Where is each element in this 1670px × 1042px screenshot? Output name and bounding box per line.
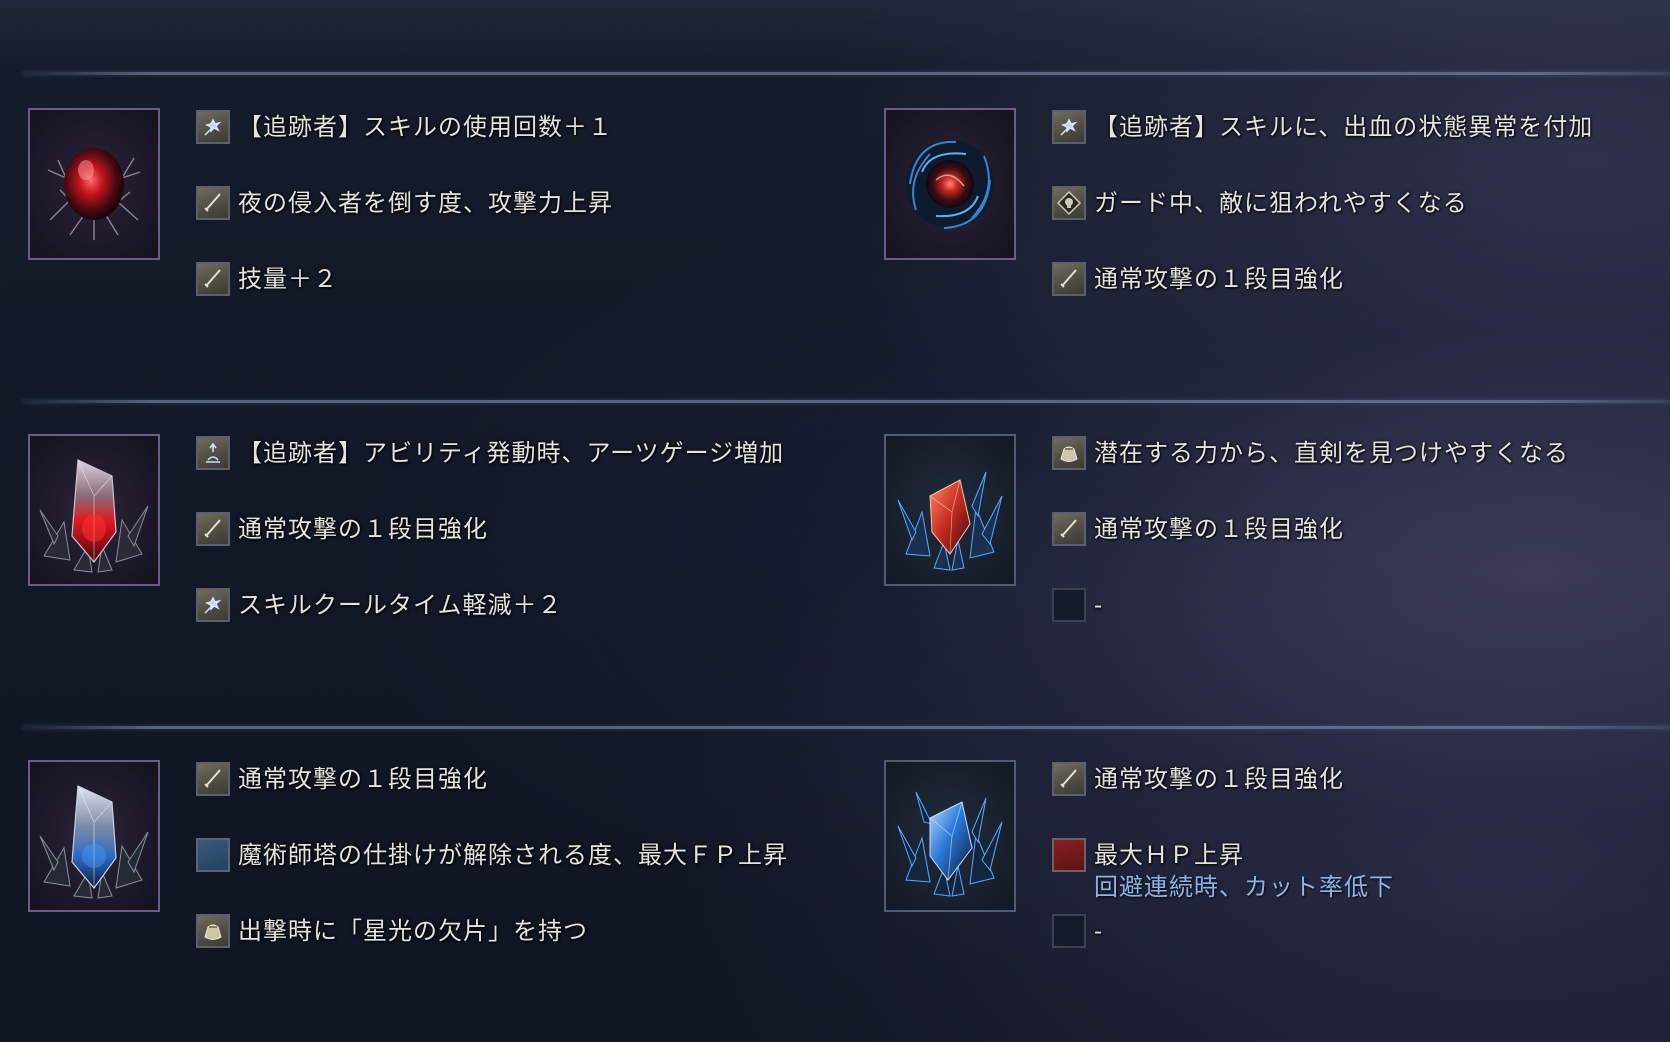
blue-crystal-cluster-relic-icon: [884, 760, 1016, 912]
effect-row[interactable]: -: [1052, 912, 1670, 950]
red-square-icon: [1052, 838, 1086, 872]
effect-row[interactable]: 通常攻撃の１段目強化: [1052, 510, 1670, 548]
section-divider: [22, 726, 1670, 729]
relic-card[interactable]: 通常攻撃の１段目強化 魔術師塔の仕掛けが解除される度、最大ＦＰ上昇 出撃時に「星…: [28, 760, 884, 1020]
effect-row[interactable]: 出撃時に「星光の欠片」を持つ: [196, 912, 876, 950]
skill-icon: [196, 588, 230, 622]
effect-text: 【追跡者】スキルの使用回数＋１: [238, 113, 613, 141]
blue-red-crystal-relic-icon: [884, 434, 1016, 586]
relic-card[interactable]: 通常攻撃の１段目強化 最大ＨＰ上昇 回避連続時、カット率低下 -: [884, 760, 1670, 1020]
effect-row[interactable]: スキルクールタイム軽減＋２: [196, 586, 876, 624]
relic-list-screen: 【追跡者】スキルの使用回数＋１ 夜の侵入者を倒す度、攻撃力上昇 技量＋２ 【追跡…: [0, 0, 1670, 1042]
effect-text: 魔術師塔の仕掛けが解除される度、最大ＦＰ上昇: [238, 841, 788, 869]
skill-icon: [196, 110, 230, 144]
effect-text: 技量＋２: [238, 265, 338, 293]
effect-text: 【追跡者】スキルに、出血の状態異常を付加: [1094, 113, 1594, 141]
effect-row[interactable]: 技量＋２: [196, 260, 876, 298]
sword-icon: [1052, 262, 1086, 296]
effect-text: ガード中、敵に狙われやすくなる: [1094, 189, 1468, 217]
effect-text: 通常攻撃の１段目強化: [238, 515, 488, 543]
red-swirl-blue-relic-icon: [884, 108, 1016, 260]
effect-text: スキルクールタイム軽減＋２: [238, 591, 563, 619]
effect-text: -: [1094, 591, 1104, 619]
relic-card[interactable]: 潜在する力から、直剣を見つけやすくなる 通常攻撃の１段目強化 -: [884, 434, 1670, 694]
red-egg-relic-icon: [28, 108, 160, 260]
effect-text: 【追跡者】アビリティ発動時、アーツゲージ増加: [238, 439, 785, 467]
red-crystal-relic-icon: [28, 434, 160, 586]
effect-row[interactable]: 夜の侵入者を倒す度、攻撃力上昇: [196, 184, 876, 222]
empty-slot-icon: [1052, 914, 1086, 948]
effect-text: 最大ＨＰ上昇: [1094, 841, 1244, 869]
pouch-icon: [196, 914, 230, 948]
effect-text: 潜在する力から、直剣を見つけやすくなる: [1094, 439, 1569, 467]
sword-icon: [196, 186, 230, 220]
effect-text: 通常攻撃の１段目強化: [1094, 265, 1344, 293]
effect-row[interactable]: -: [1052, 586, 1670, 624]
empty-slot-icon: [1052, 588, 1086, 622]
sword-icon: [1052, 512, 1086, 546]
skill-icon: [1052, 110, 1086, 144]
sword-icon: [196, 762, 230, 796]
effect-row[interactable]: 潜在する力から、直剣を見つけやすくなる: [1052, 434, 1670, 472]
curse-effect-text: 回避連続時、カット率低下: [1094, 873, 1394, 901]
effect-text: 出撃時に「星光の欠片」を持つ: [238, 917, 588, 945]
sword-icon: [196, 512, 230, 546]
effect-text: 通常攻撃の１段目強化: [1094, 515, 1344, 543]
effect-row[interactable]: 通常攻撃の１段目強化: [1052, 760, 1670, 798]
relic-card[interactable]: 【追跡者】アビリティ発動時、アーツゲージ増加 通常攻撃の１段目強化 スキルクール…: [28, 434, 884, 694]
pouch-icon: [1052, 436, 1086, 470]
effect-row[interactable]: 【追跡者】アビリティ発動時、アーツゲージ増加: [196, 434, 876, 472]
effect-row[interactable]: 【追跡者】スキルに、出血の状態異常を付加: [1052, 108, 1670, 146]
effect-row[interactable]: 魔術師塔の仕掛けが解除される度、最大ＦＰ上昇: [196, 836, 876, 874]
shield-skull-icon: [1052, 186, 1086, 220]
effect-row[interactable]: 通常攻撃の１段目強化: [1052, 260, 1670, 298]
blue-crystal-relic-icon: [28, 760, 160, 912]
effect-row[interactable]: 最大ＨＰ上昇 回避連続時、カット率低下: [1052, 836, 1670, 908]
effect-text: 通常攻撃の１段目強化: [238, 765, 488, 793]
effect-row[interactable]: 通常攻撃の１段目強化: [196, 510, 876, 548]
effect-row[interactable]: 通常攻撃の１段目強化: [196, 760, 876, 798]
section-divider: [22, 400, 1670, 403]
sword-icon: [196, 262, 230, 296]
effect-text: 通常攻撃の１段目強化: [1094, 765, 1344, 793]
effect-text: -: [1094, 917, 1104, 945]
blue-square-icon: [196, 838, 230, 872]
effect-text: 夜の侵入者を倒す度、攻撃力上昇: [238, 189, 613, 217]
effect-row[interactable]: 【追跡者】スキルの使用回数＋１: [196, 108, 876, 146]
relic-card[interactable]: 【追跡者】スキルに、出血の状態異常を付加 ガード中、敵に狙われやすくなる 通常攻…: [884, 108, 1670, 368]
effect-row[interactable]: ガード中、敵に狙われやすくなる: [1052, 184, 1670, 222]
relic-card[interactable]: 【追跡者】スキルの使用回数＋１ 夜の侵入者を倒す度、攻撃力上昇 技量＋２: [28, 108, 884, 368]
ability-icon: [196, 436, 230, 470]
sword-icon: [1052, 762, 1086, 796]
section-divider: [22, 72, 1670, 75]
